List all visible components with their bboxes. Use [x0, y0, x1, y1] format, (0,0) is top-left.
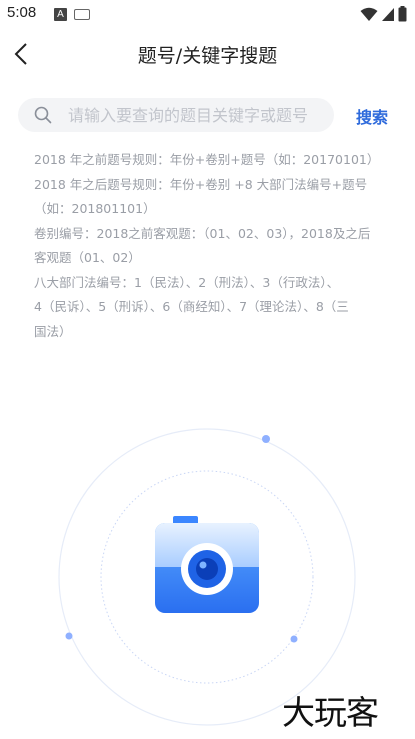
rule-line: 4（民诉）、5（刑诉）、6（商经知）、7（理论法）、8（三: [34, 299, 349, 314]
search-input[interactable]: [68, 103, 318, 127]
search-icon: [34, 106, 52, 124]
watermark: 大玩客: [282, 693, 379, 732]
nav-bar: 题号/关键字搜题: [0, 30, 415, 78]
page-title: 题号/关键字搜题: [137, 45, 278, 67]
rule-line: （如：201801101）: [34, 201, 156, 216]
search-box[interactable]: [18, 98, 334, 132]
search-rules: 2018 年之前题号规则：年份+卷别+题号（如：20170101） 2018 年…: [34, 148, 390, 344]
wifi-icon: [360, 7, 378, 21]
rule-line: 2018 年之前题号规则：年份+卷别+题号（如：20170101）: [34, 152, 380, 167]
search-row: 搜索: [18, 98, 398, 132]
status-time: 5:08: [7, 4, 37, 21]
camera-illustration: [58, 428, 356, 726]
rule-line: 卷别编号：2018之前客观题：（01、02、03），2018及之后: [34, 225, 371, 241]
signal-icon: [382, 7, 394, 21]
orbit-dot: [65, 632, 73, 640]
orbit-dot: [262, 435, 270, 443]
camera-scan-button[interactable]: [55, 425, 360, 730]
rule-line: 国法）: [34, 323, 72, 339]
a-icon: A: [54, 8, 67, 21]
orbit-dot: [290, 635, 298, 643]
rule-line: 客观题（01、02）: [34, 250, 141, 265]
camera-icon: [155, 516, 259, 613]
rule-line: 八大部门法编号：1（民法）、2（刑法）、3（行政法）、: [34, 274, 340, 290]
battery-icon: [398, 6, 407, 22]
search-button[interactable]: 搜索: [356, 104, 388, 128]
rule-line: 2018 年之后题号规则：年份+卷别 +8 大部门法编号+题号: [34, 176, 368, 192]
keyboard-icon: [74, 9, 90, 20]
status-bar: 5:08 A: [0, 0, 415, 30]
